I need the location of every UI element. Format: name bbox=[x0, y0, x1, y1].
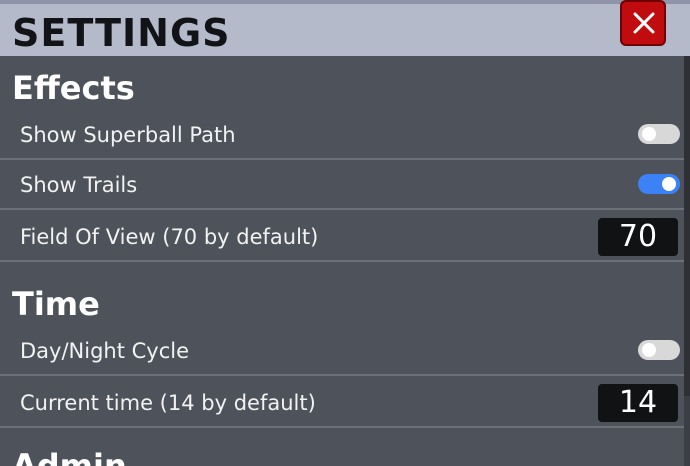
toggle-knob bbox=[642, 343, 656, 357]
settings-content[interactable]: Effects Show Superball Path Show Trails … bbox=[0, 56, 686, 466]
setting-label: Day/Night Cycle bbox=[20, 339, 190, 363]
setting-row-show-trails: Show Trails bbox=[0, 160, 686, 210]
close-button[interactable] bbox=[620, 0, 666, 46]
setting-label: Show Trails bbox=[20, 173, 138, 197]
scrollbar-thumb[interactable] bbox=[684, 56, 690, 396]
settings-header: SETTINGS bbox=[0, 0, 690, 56]
setting-label: Field Of View (70 by default) bbox=[20, 225, 319, 249]
setting-row-field-of-view: Field Of View (70 by default) 70 bbox=[0, 212, 686, 262]
show-trails-toggle[interactable] bbox=[638, 174, 680, 194]
current-time-input[interactable]: 14 bbox=[598, 384, 678, 422]
section-title-time: Time bbox=[12, 285, 100, 323]
setting-row-current-time: Current time (14 by default) 14 bbox=[0, 378, 686, 428]
field-of-view-input[interactable]: 70 bbox=[598, 218, 678, 256]
toggle-knob bbox=[642, 127, 656, 141]
section-title-effects: Effects bbox=[12, 69, 135, 107]
setting-row-superball-path: Show Superball Path bbox=[0, 110, 686, 160]
setting-label: Current time (14 by default) bbox=[20, 391, 316, 415]
setting-row-day-night-cycle: Day/Night Cycle bbox=[0, 326, 686, 376]
setting-label: Show Superball Path bbox=[20, 123, 236, 147]
toggle-knob bbox=[662, 177, 676, 191]
scrollbar[interactable] bbox=[684, 56, 690, 466]
superball-path-toggle[interactable] bbox=[638, 124, 680, 144]
settings-panel: SETTINGS Effects Show Superball Path Sho… bbox=[0, 0, 690, 466]
page-title: SETTINGS bbox=[12, 11, 231, 55]
section-title-admin: Admin bbox=[12, 447, 127, 466]
close-icon bbox=[633, 12, 655, 34]
day-night-cycle-toggle[interactable] bbox=[638, 340, 680, 360]
